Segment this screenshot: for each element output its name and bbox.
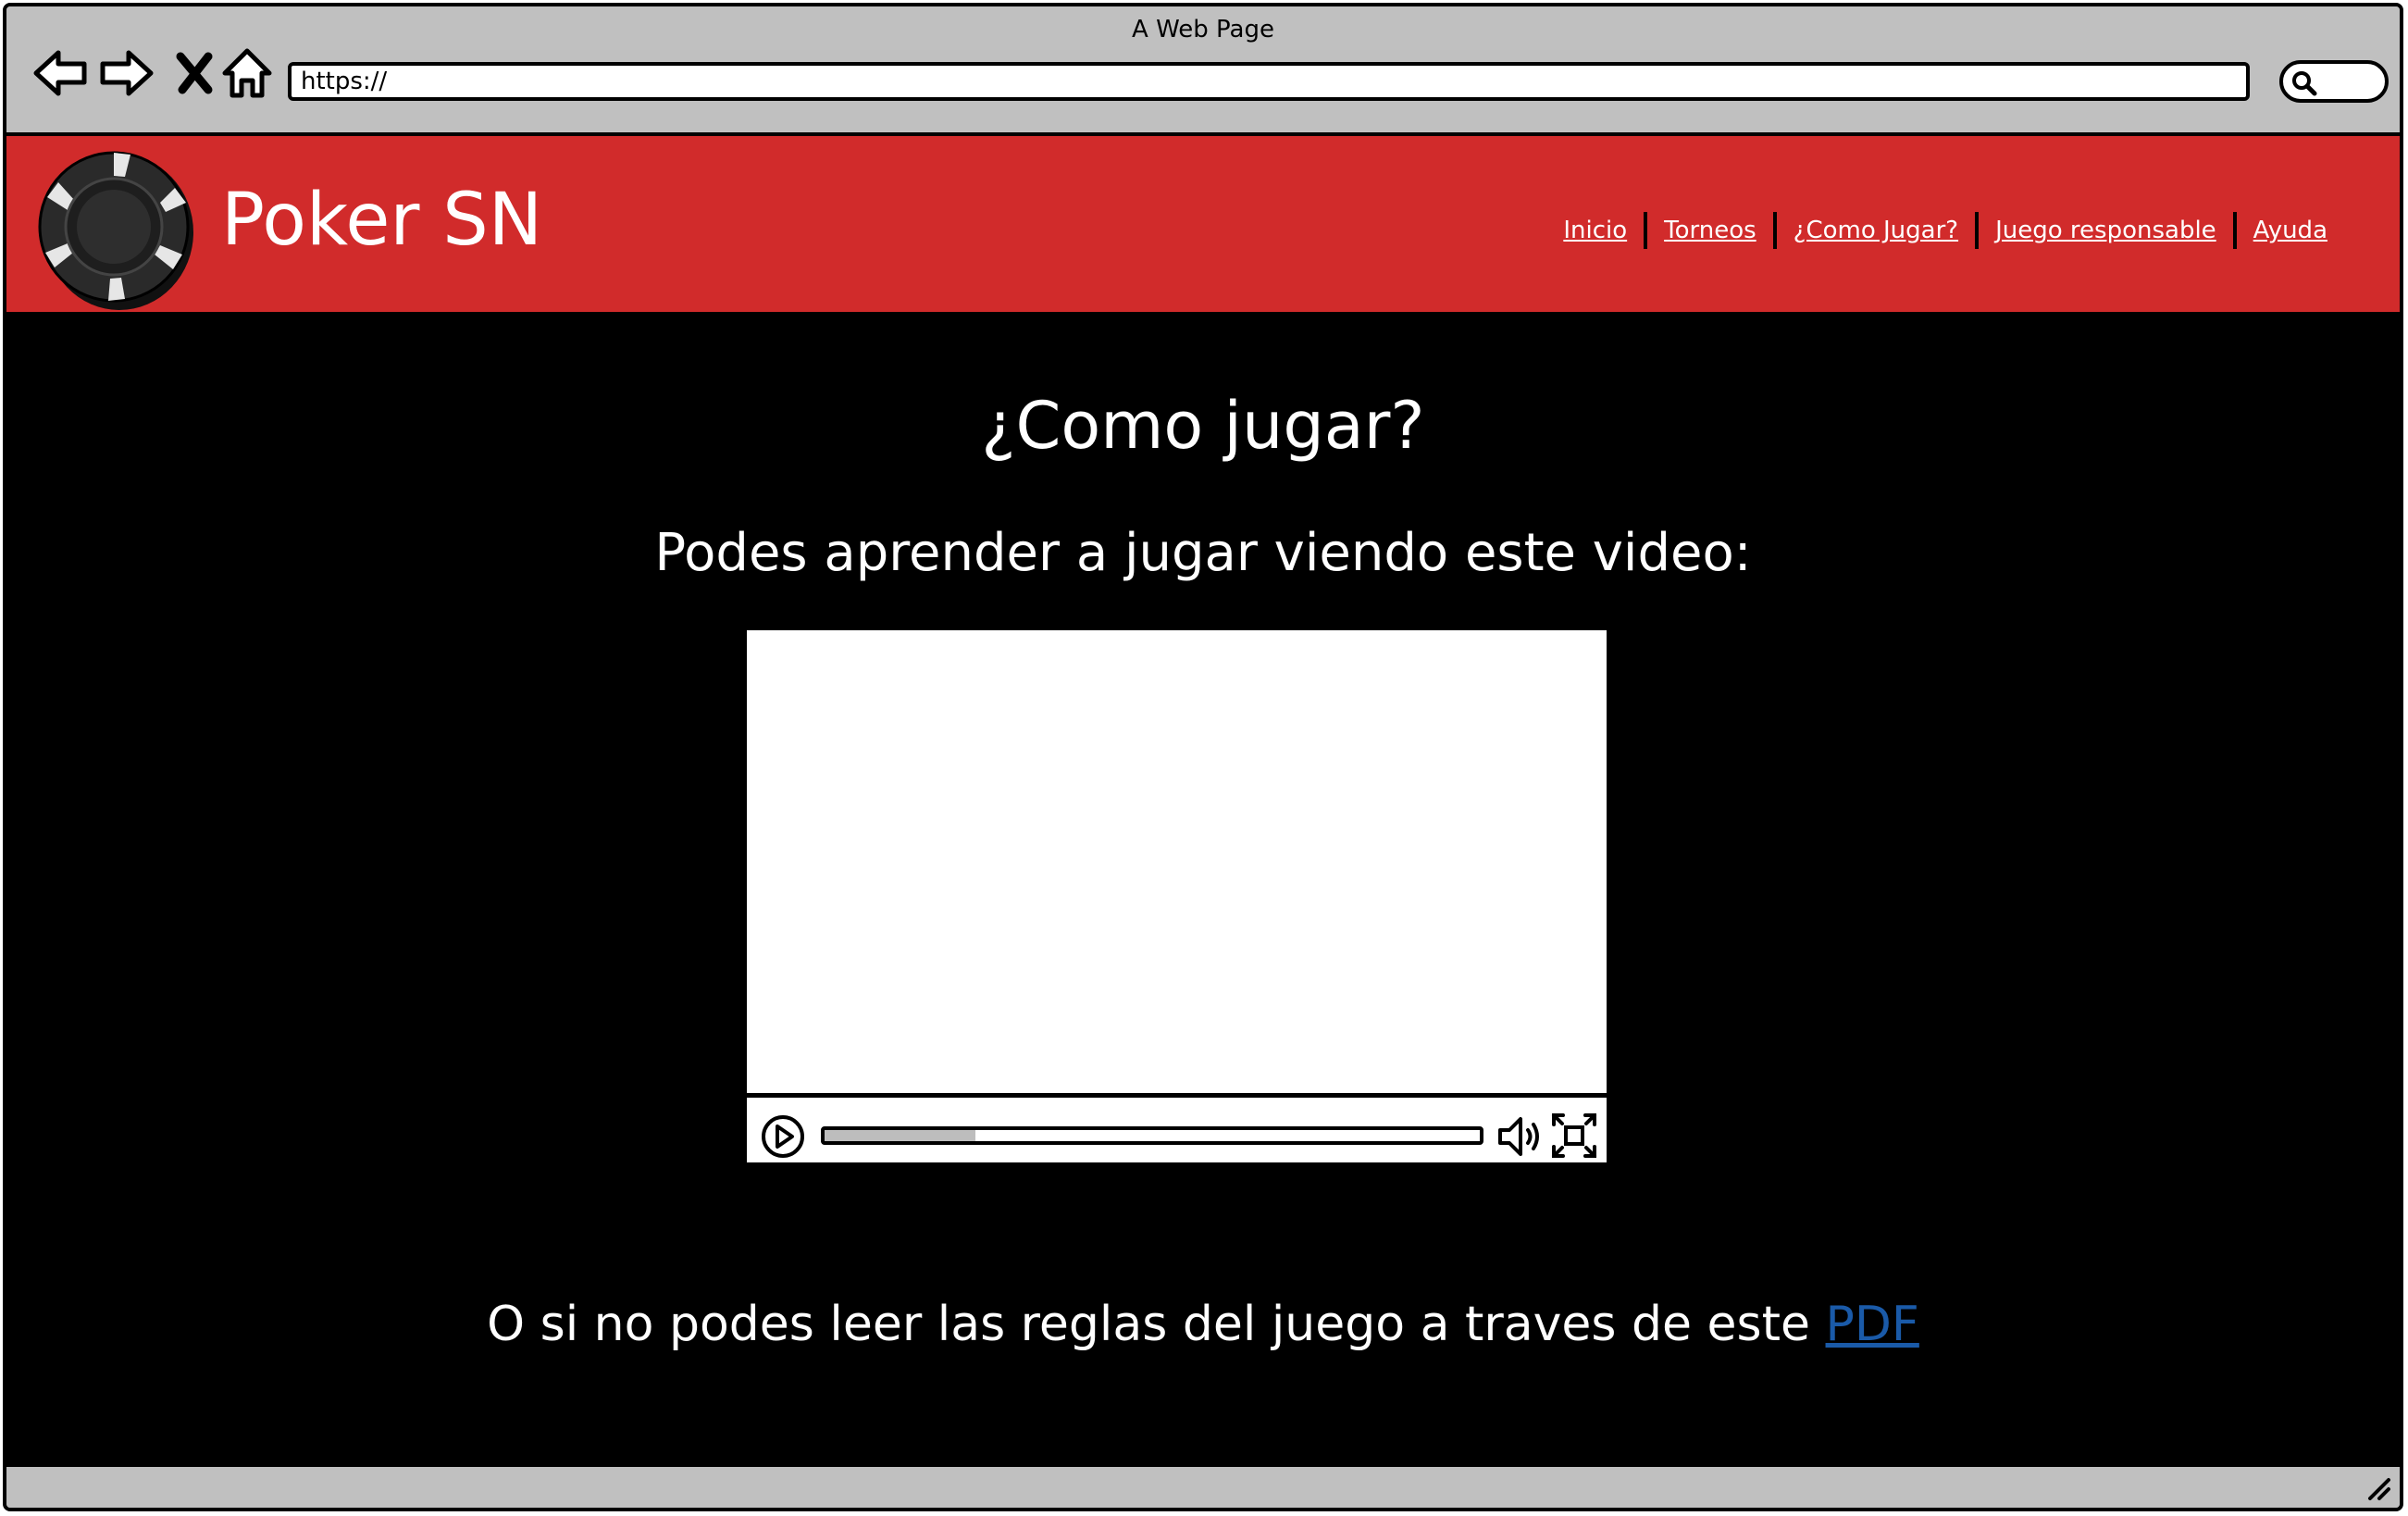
volume-icon[interactable] — [1495, 1112, 1545, 1162]
pdf-link[interactable]: PDF — [1826, 1297, 1919, 1352]
main-content: ¿Como jugar? Podes aprender a jugar vien… — [6, 316, 2400, 1471]
resize-grip-icon[interactable] — [2365, 1474, 2392, 1502]
nav-link-ayuda[interactable]: Ayuda — [2237, 217, 2344, 244]
nav-link-torneos[interactable]: Torneos — [1647, 217, 1773, 244]
pdf-rules-label: O si no podes leer las reglas del juego … — [487, 1297, 1810, 1352]
video-screen[interactable] — [747, 630, 1607, 1098]
url-input[interactable]: https:// — [288, 62, 2250, 101]
window-title: A Web Page — [1132, 16, 1274, 43]
browser-window: A Web Page https:// Poker SN Inicio Torn… — [3, 3, 2403, 1511]
back-arrow-icon[interactable] — [31, 43, 90, 103]
nav-link-como-jugar[interactable]: ¿Como Jugar? — [1777, 217, 1975, 244]
site-brand: Poker SN — [221, 179, 543, 262]
search-box[interactable] — [2279, 60, 2389, 103]
close-x-icon[interactable] — [166, 43, 225, 103]
video-player[interactable] — [747, 630, 1611, 1167]
forward-arrow-icon[interactable] — [97, 43, 156, 103]
video-progress-fill — [825, 1130, 975, 1141]
video-progress-bar[interactable] — [821, 1126, 1483, 1145]
fullscreen-icon[interactable] — [1550, 1112, 1598, 1160]
poker-chip-icon — [38, 151, 193, 310]
main-nav: Inicio Torneos ¿Como Jugar? Juego respon… — [1546, 212, 2344, 249]
browser-titlebar: A Web Page https:// — [6, 6, 2400, 136]
home-icon[interactable] — [217, 43, 277, 103]
search-icon — [2292, 71, 2317, 96]
play-icon[interactable] — [760, 1113, 806, 1160]
pdf-rules-text: O si no podes leer las reglas del juego … — [6, 1297, 2400, 1352]
site-header: Poker SN Inicio Torneos ¿Como Jugar? Jue… — [6, 136, 2400, 316]
page-subtitle: Podes aprender a jugar viendo este video… — [654, 523, 1752, 583]
nav-link-juego-responsable[interactable]: Juego responsable — [1979, 217, 2233, 244]
page-title: ¿Como jugar? — [981, 388, 1425, 464]
browser-statusbar — [6, 1463, 2400, 1508]
nav-link-inicio[interactable]: Inicio — [1546, 217, 1644, 244]
